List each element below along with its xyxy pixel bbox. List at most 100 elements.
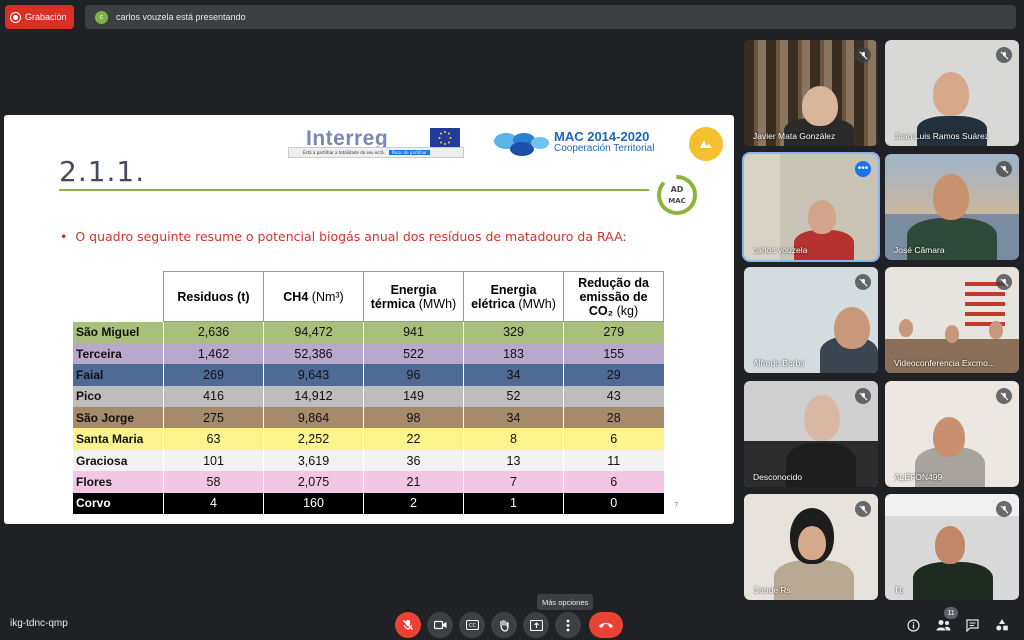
- leave-call-button[interactable]: [589, 612, 623, 638]
- value-cell: 522: [363, 342, 464, 365]
- participant-tile[interactable]: Alfredo Borba: [744, 267, 878, 373]
- participant-count-badge: 11: [944, 607, 958, 619]
- recording-label: Grabación: [25, 12, 67, 22]
- raise-hand-icon: [500, 619, 509, 632]
- ad-mac-logo: AD MAC: [647, 173, 705, 217]
- person-body: [913, 562, 993, 600]
- more-options-button[interactable]: [555, 612, 581, 638]
- island-name-cell: Faial: [72, 364, 164, 386]
- mic-muted-icon: [855, 501, 871, 517]
- participant-tile[interactable]: ••• carlos vouzela: [742, 152, 880, 262]
- value-cell: 275: [163, 407, 264, 429]
- activities-button[interactable]: [993, 616, 1011, 634]
- hang-up-icon: [599, 623, 613, 628]
- island-name-cell: Graciosa: [72, 449, 164, 472]
- value-cell: 279: [563, 321, 664, 343]
- island-name-cell: Corvo: [72, 492, 164, 515]
- value-cell: 3,619: [263, 449, 364, 472]
- recording-icon: [10, 11, 21, 23]
- participant-name: Desconocido: [753, 472, 803, 482]
- recording-button[interactable]: Grabación: [5, 5, 74, 29]
- table-row: Terceira 1,462 52,386 522 183 155: [72, 342, 664, 365]
- value-cell: 58: [163, 471, 264, 493]
- raise-hand-button[interactable]: [491, 612, 517, 638]
- person-head: [989, 321, 1003, 339]
- presenting-text: carlos vouzela está presentando: [116, 12, 246, 22]
- table-row: Faial 269 9,643 96 34 29: [72, 364, 664, 386]
- present-now-button[interactable]: [523, 612, 549, 638]
- value-cell: 1,462: [163, 342, 264, 365]
- participant-tile[interactable]: Tú: [885, 494, 1019, 600]
- table-row: Santa Maria 63 2,252 22 8 6: [72, 428, 664, 450]
- mic-muted-icon: [996, 501, 1012, 517]
- value-cell: 183: [463, 342, 564, 365]
- participant-tile[interactable]: Desconocido: [744, 381, 878, 487]
- participant-tile[interactable]: Javier Mata González: [744, 40, 878, 146]
- mic-toggle-button[interactable]: [395, 612, 421, 638]
- person-head: [798, 526, 826, 560]
- island-name-cell: Pico: [72, 385, 164, 408]
- person-head: [933, 417, 965, 457]
- table-row: São Jorge 275 9,864 98 34 28: [72, 407, 664, 429]
- value-cell: 36: [363, 449, 464, 472]
- camera-toggle-button[interactable]: [427, 612, 453, 638]
- shared-screen: Interreg Está a partilhar a totalidade d…: [4, 115, 734, 524]
- mic-off-icon: [403, 620, 413, 630]
- participant-tile[interactable]: José Câmara: [885, 154, 1019, 260]
- value-cell: 269: [163, 364, 264, 386]
- bullet-text: O quadro seguinte resume o potencial bio…: [75, 229, 627, 244]
- col-header-energia-termica: Energia térmica (MWh): [363, 271, 464, 322]
- mac-logo-icon: [494, 133, 549, 156]
- participant-name: Alfredo Borba: [753, 358, 805, 368]
- value-cell: 2,075: [263, 471, 364, 493]
- slide-page-number: 7: [674, 501, 679, 509]
- chat-button[interactable]: [963, 616, 981, 634]
- table-row: Corvo 4 160 2 1 0: [72, 492, 664, 515]
- chat-icon: [965, 618, 979, 632]
- value-cell: 9,643: [263, 364, 364, 386]
- value-cell: 98: [363, 407, 464, 429]
- heading-divider: [59, 189, 649, 191]
- person-head: [899, 319, 913, 337]
- person-head: [935, 526, 965, 564]
- stop-sharing-button[interactable]: Parar de partilhar: [388, 150, 430, 155]
- mac-logo: MAC 2014-2020 Cooperación Territorial: [492, 129, 667, 159]
- value-cell: 22: [363, 428, 464, 450]
- participant-name: ALEFON499: [894, 472, 943, 482]
- value-cell: 0: [563, 492, 664, 515]
- svg-text:CC: CC: [469, 623, 476, 629]
- meeting-details-button[interactable]: [904, 616, 922, 634]
- person-head: [808, 200, 836, 234]
- value-cell: 6: [563, 428, 664, 450]
- person-head: [945, 325, 959, 343]
- value-cell: 52: [463, 385, 564, 408]
- project-badge-icon: [689, 127, 723, 161]
- meeting-code: ikg-tdnc-qmp: [10, 618, 68, 629]
- more-options-icon: [566, 619, 570, 631]
- mic-muted-icon: [855, 274, 871, 290]
- participant-tile[interactable]: Juan Luis Ramos Suárez: [885, 40, 1019, 146]
- value-cell: 329: [463, 321, 564, 343]
- participant-name: carlos vouzela: [753, 245, 808, 255]
- mac-subtitle: Cooperación Territorial: [554, 143, 655, 154]
- info-icon: [906, 618, 920, 632]
- activities-icon: [996, 619, 1008, 631]
- value-cell: 28: [563, 407, 664, 429]
- share-notice-text: Está a partilhar a totalidade do seu ecr…: [303, 150, 385, 155]
- participant-tile[interactable]: Videoconferencia Excmo...: [885, 267, 1019, 373]
- mic-muted-icon: [855, 388, 871, 404]
- more-options-tile-icon[interactable]: •••: [855, 161, 871, 177]
- person-head: [933, 72, 969, 116]
- island-name-cell: Terceira: [72, 342, 164, 365]
- value-cell: 7: [463, 471, 564, 493]
- svg-text:MAC: MAC: [668, 197, 686, 205]
- value-cell: 416: [163, 385, 264, 408]
- participant-name: Tú: [894, 585, 904, 595]
- captions-button[interactable]: CC: [459, 612, 485, 638]
- participant-tile[interactable]: ALEFON499: [885, 381, 1019, 487]
- value-cell: 14,912: [263, 385, 364, 408]
- table-row: Pico 416 14,912 149 52 43: [72, 385, 664, 408]
- value-cell: 2,252: [263, 428, 364, 450]
- participant-tile[interactable]: Cande Rs: [744, 494, 878, 600]
- value-cell: 149: [363, 385, 464, 408]
